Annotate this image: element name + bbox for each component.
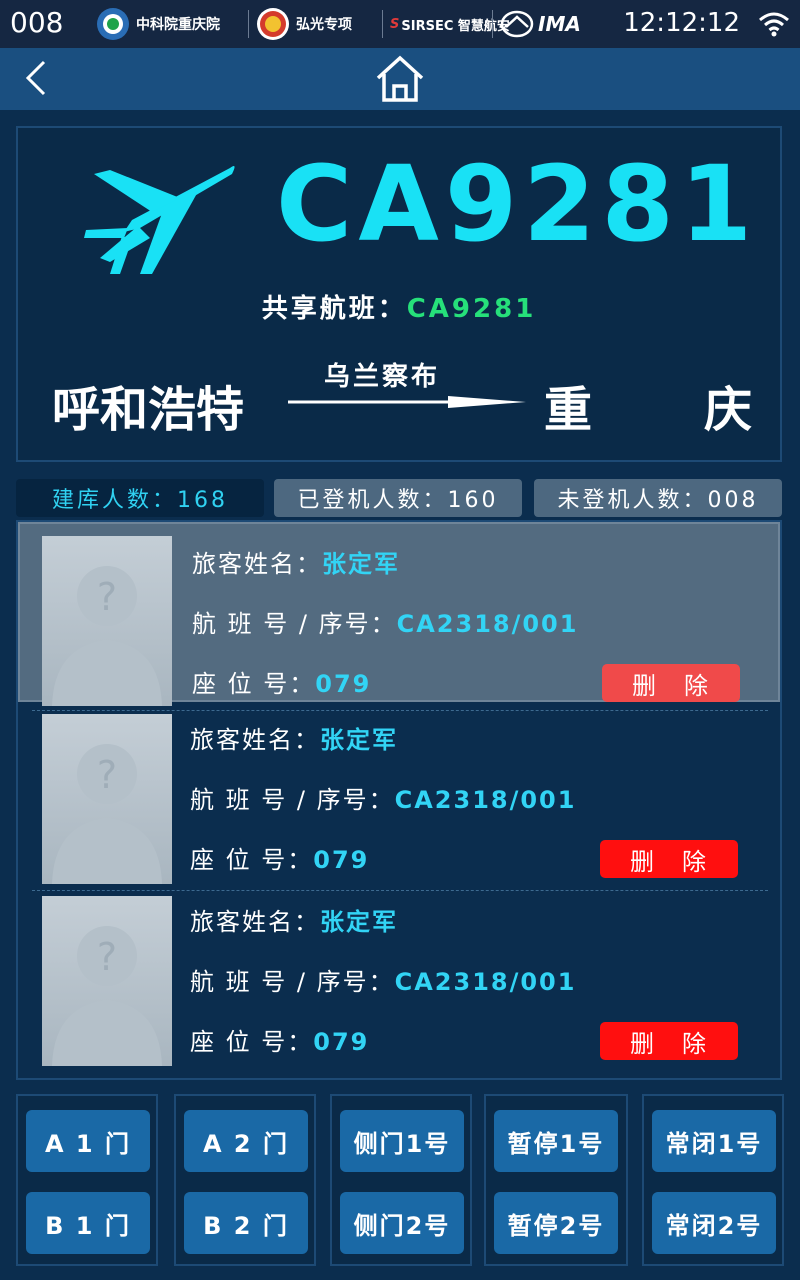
logo-label-sirsec: SIRSEC 智慧航安 (401, 18, 510, 34)
delete-button[interactable]: 删 除 (600, 1022, 738, 1060)
svg-text:?: ? (97, 753, 117, 797)
seat-value: 079 (313, 846, 370, 874)
home-icon[interactable] (374, 54, 426, 104)
passenger-photo-placeholder: ? (42, 714, 172, 884)
door-group-1: A 1 门 B 1 门 (16, 1094, 158, 1266)
seat-label: 座 位 号： (192, 670, 316, 698)
device-id: 008 (10, 6, 64, 39)
name-label: 旅客姓名： (192, 550, 322, 578)
logo-hongguang: 弘光专项 (256, 6, 352, 42)
tab-registered-count[interactable]: 建库人数：168 (16, 479, 264, 517)
door-b1-button[interactable]: B 1 门 (26, 1192, 150, 1254)
pause-2-button[interactable]: 暂停2号 (494, 1192, 618, 1254)
hongguang-logo-icon (257, 8, 289, 40)
shared-flight: 共享航班：CA9281 (18, 288, 780, 325)
status-bar: 008 中科院重庆院 弘光专项 S SIRSEC 智慧航安 IMA 12:12:… (0, 0, 800, 48)
ima-logo-icon (500, 10, 534, 38)
door-group-side: 侧门1号 侧门2号 (330, 1094, 472, 1266)
door-group-2: A 2 门 B 2 门 (174, 1094, 316, 1266)
delete-button[interactable]: 删 除 (600, 840, 738, 878)
flight-seq-value: CA2318/001 (394, 786, 577, 814)
tab-boarded-count[interactable]: 已登机人数：160 (274, 479, 522, 517)
flight-seq-value: CA2318/001 (396, 610, 579, 638)
door-b2-button[interactable]: B 2 门 (184, 1192, 308, 1254)
side-door-2-button[interactable]: 侧门2号 (340, 1192, 464, 1254)
side-door-1-button[interactable]: 侧门1号 (340, 1110, 464, 1172)
svg-text:?: ? (97, 575, 117, 619)
normally-closed-1-button[interactable]: 常闭1号 (652, 1110, 776, 1172)
flight-seq-value: CA2318/001 (394, 968, 577, 996)
shared-flight-code: CA9281 (406, 294, 537, 324)
flight-seq-label: 航 班 号 / 序号： (190, 786, 395, 814)
destination-city-part1: 重 (544, 382, 593, 438)
logo-ima: IMA (500, 6, 581, 42)
normally-closed-2-button[interactable]: 常闭2号 (652, 1192, 776, 1254)
sirsec-mark: S (390, 16, 400, 32)
flight-seq-field: 航 班 号 / 序号：CA2318/001 (190, 780, 576, 815)
pause-1-button[interactable]: 暂停1号 (494, 1110, 618, 1172)
seat-label: 座 位 号： (190, 1028, 314, 1056)
clock: 12:12:12 (623, 8, 740, 38)
delete-button[interactable]: 删 除 (602, 664, 740, 702)
passenger-name-field: 旅客姓名：张定军 (190, 720, 398, 755)
passenger-row[interactable]: ? 旅客姓名：张定军 航 班 号 / 序号：CA2318/001 座 位 号：0… (18, 882, 780, 1066)
flight-seq-field: 航 班 号 / 序号：CA2318/001 (192, 604, 578, 639)
destination-city-part2: 庆 (704, 382, 753, 438)
door-a2-button[interactable]: A 2 门 (184, 1110, 308, 1172)
airplane-icon (84, 166, 235, 274)
logo-cas-chongqing: 中科院重庆院 (96, 6, 220, 42)
passenger-name-field: 旅客姓名：张定军 (190, 902, 398, 937)
passenger-name: 张定军 (322, 550, 400, 578)
seat-field: 座 位 号：079 (192, 664, 371, 699)
name-label: 旅客姓名： (190, 908, 320, 936)
seat-label: 座 位 号： (190, 846, 314, 874)
door-a1-button[interactable]: A 1 门 (26, 1110, 150, 1172)
flight-seq-label: 航 班 号 / 序号： (190, 968, 395, 996)
seat-value: 079 (315, 670, 372, 698)
route-arrow-icon (288, 396, 526, 408)
person-silhouette-icon: ? (52, 926, 162, 1066)
seat-field: 座 位 号：079 (190, 840, 369, 875)
passenger-photo-placeholder: ? (42, 896, 172, 1066)
nav-bar (0, 48, 800, 110)
passenger-name: 张定军 (320, 908, 398, 936)
seat-field: 座 位 号：079 (190, 1022, 369, 1057)
shared-flight-label: 共享航班： (261, 294, 407, 324)
cas-logo-icon (97, 8, 129, 40)
door-group-pause: 暂停1号 暂停2号 (484, 1094, 628, 1266)
passenger-row[interactable]: ? 旅客姓名：张定军 航 班 号 / 序号：CA2318/001 座 位 号：0… (18, 522, 780, 706)
tab-not-boarded-count[interactable]: 未登机人数：008 (534, 479, 782, 517)
via-city: 乌兰察布 (324, 362, 441, 392)
back-chevron-icon[interactable] (18, 58, 58, 98)
passenger-name: 张定军 (320, 726, 398, 754)
seat-value: 079 (313, 1028, 370, 1056)
logo-label-ima: IMA (538, 12, 581, 36)
flight-seq-label: 航 班 号 / 序号： (192, 610, 397, 638)
passenger-name-field: 旅客姓名：张定军 (192, 544, 400, 579)
logo-label-hongguang: 弘光专项 (296, 17, 352, 33)
passenger-list: ? 旅客姓名：张定军 航 班 号 / 序号：CA2318/001 座 位 号：0… (16, 520, 782, 1080)
wifi-icon (759, 12, 789, 37)
departure-city: 呼和浩特 (52, 382, 245, 438)
person-silhouette-icon: ? (52, 566, 162, 706)
passenger-photo-placeholder: ? (42, 536, 172, 706)
flight-seq-field: 航 班 号 / 序号：CA2318/001 (190, 962, 576, 997)
person-silhouette-icon: ? (52, 744, 162, 884)
passenger-row[interactable]: ? 旅客姓名：张定军 航 班 号 / 序号：CA2318/001 座 位 号：0… (18, 700, 780, 884)
flight-number: CA9281 (276, 143, 759, 265)
svg-text:?: ? (97, 935, 117, 979)
logo-label-cas: 中科院重庆院 (136, 17, 220, 33)
name-label: 旅客姓名： (190, 726, 320, 754)
door-group-closed: 常闭1号 常闭2号 (642, 1094, 784, 1266)
flight-info-panel: CA9281 共享航班：CA9281 呼和浩特 乌兰察布 重 庆 (16, 126, 782, 462)
